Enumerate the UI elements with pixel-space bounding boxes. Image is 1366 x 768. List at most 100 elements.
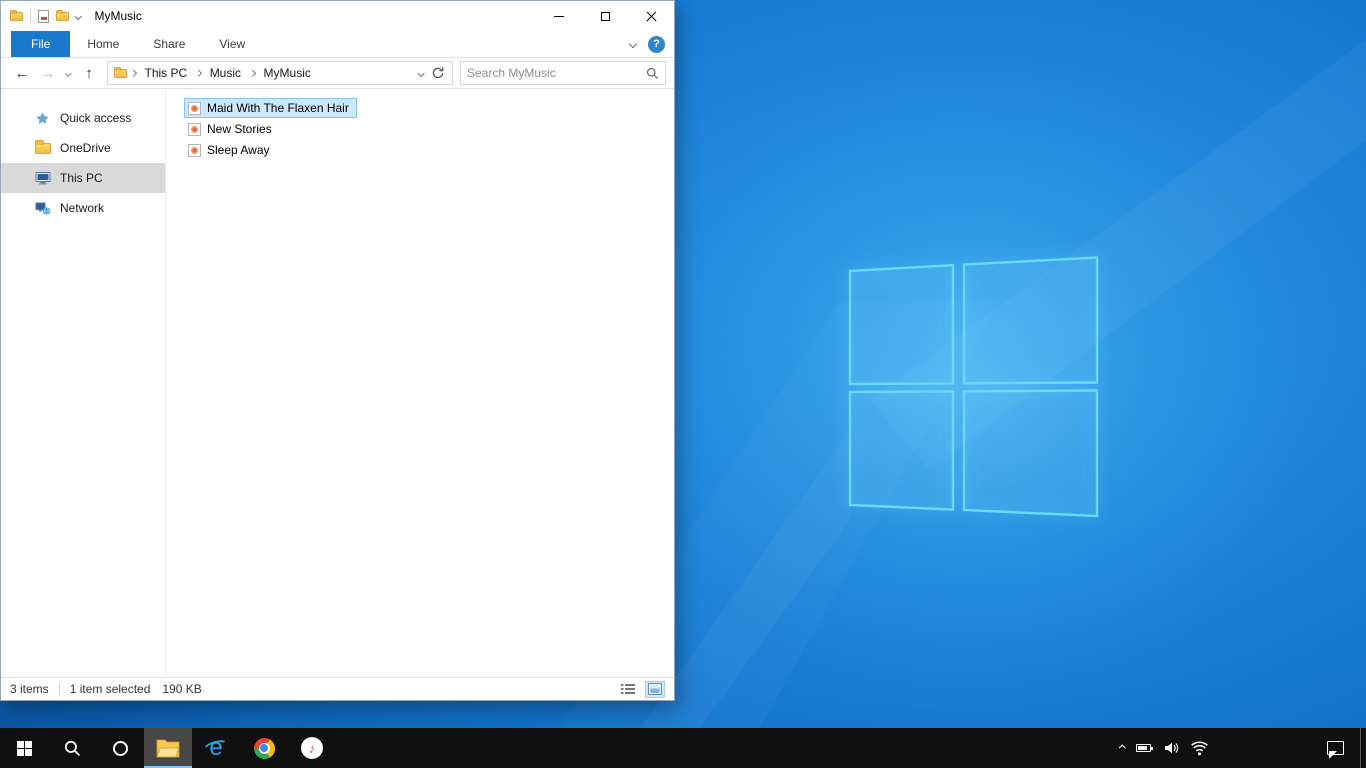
view-toggle-buttons [618,680,665,698]
address-dropdown-chevron-icon[interactable] [417,69,424,77]
system-tray [1118,728,1209,768]
music-file-icon [188,122,201,136]
onedrive-folder-icon [34,140,51,157]
breadcrumb-chevron-icon [130,69,137,77]
file-row-sleep-away[interactable]: Sleep Away [184,140,278,160]
help-button[interactable]: ? [648,35,665,53]
show-desktop-button[interactable] [1360,728,1366,768]
file-row-new-stories[interactable]: New Stories [184,119,280,139]
explorer-main: Quick access OneDrive This PC Network Ma… [1,89,674,677]
address-bar-row: ← → ↑ This PC Music MyMusic [1,58,674,89]
taskbar [0,728,1366,768]
search-icon [64,740,80,756]
qat-new-folder-icon[interactable] [56,9,69,21]
sidebar-item-label: OneDrive [60,141,111,155]
expand-ribbon-chevron-icon[interactable] [628,39,638,49]
maximize-button[interactable] [582,1,628,31]
details-view-button[interactable] [618,681,638,698]
item-count: 3 items [10,682,49,696]
tab-file[interactable]: File [11,31,71,57]
file-row-maid-with-the-flaxen-hair[interactable]: Maid With The Flaxen Hair [184,98,357,118]
sidebar-item-onedrive[interactable]: OneDrive [1,133,165,163]
volume-button[interactable] [1163,728,1179,768]
search-box [460,61,666,85]
tab-home[interactable]: Home [70,31,136,57]
breadcrumb-this-pc[interactable]: This PC [140,66,193,80]
recent-locations-chevron[interactable] [61,60,76,86]
breadcrumb-chevron-icon[interactable] [195,69,202,77]
caption-buttons [536,1,674,31]
battery-icon [1136,744,1153,752]
sidebar-item-network[interactable]: Network [1,193,165,223]
itunes-icon [301,737,323,759]
breadcrumb-music[interactable]: Music [205,66,246,80]
minimize-button[interactable] [536,1,582,31]
action-center-button[interactable] [1327,728,1344,768]
battery-button[interactable] [1136,728,1153,768]
window-folder-icon [10,9,23,21]
search-icon[interactable] [646,67,659,80]
sidebar-item-quick-access[interactable]: Quick access [1,103,165,133]
status-divider [58,682,60,696]
minimize-icon [554,15,564,17]
status-bar: 3 items 1 item selected 190 KB [1,677,674,700]
speaker-icon [1165,742,1179,754]
start-button[interactable] [0,728,48,768]
computer-icon [34,170,51,187]
selection-count: 1 item selected [69,682,151,696]
navigation-pane: Quick access OneDrive This PC Network [1,89,166,677]
cortana-button[interactable] [96,728,144,768]
music-file-icon [188,101,201,115]
qat-customize-chevron-icon[interactable] [75,12,82,20]
maximize-icon [600,11,610,21]
forward-button[interactable]: → [35,60,61,86]
quick-access-star-icon [34,110,51,127]
file-explorer-icon [156,739,180,758]
network-icon [34,200,51,217]
up-button[interactable]: ↑ [76,60,102,86]
sidebar-item-label: Quick access [60,111,132,125]
internet-explorer-icon [201,735,231,761]
sidebar-item-this-pc[interactable]: This PC [1,163,165,193]
music-file-icon [188,143,201,157]
chevron-down-icon [65,69,72,77]
file-name: New Stories [207,122,272,136]
search-input[interactable] [467,66,646,80]
taskbar-chrome-button[interactable] [240,728,288,768]
file-list[interactable]: Maid With The Flaxen Hair New Stories Sl… [166,89,674,677]
windows-start-icon [16,740,32,756]
refresh-icon[interactable] [431,66,445,80]
title-bar: MyMusic [1,1,674,31]
address-bar[interactable]: This PC Music MyMusic [107,61,453,85]
ribbon-right-controls: ? [628,31,674,57]
chrome-icon [253,737,275,759]
taskbar-file-explorer-button[interactable] [144,728,192,768]
network-button[interactable] [1191,728,1208,768]
wifi-icon [1191,741,1208,755]
breadcrumb-mymusic[interactable]: MyMusic [259,66,316,80]
breadcrumb-chevron-icon[interactable] [249,69,256,77]
ribbon-tabs: File Home Share View ? [1,31,674,58]
qat-properties-icon[interactable] [38,9,49,23]
screen: MyMusic File Home Share View ? ← → ↑ Thi… [0,0,1366,768]
location-folder-icon [114,66,127,78]
taskbar-internet-explorer-button[interactable] [192,728,240,768]
window-title: MyMusic [94,9,142,23]
hidden-icons-button[interactable] [1118,728,1125,768]
address-right-controls [417,66,449,80]
selection-size: 190 KB [162,682,202,696]
taskbar-search-button[interactable] [48,728,96,768]
action-center-icon [1327,741,1344,759]
cortana-icon [112,740,128,756]
tab-share[interactable]: Share [136,31,202,57]
tab-view[interactable]: View [202,31,262,57]
file-explorer-window: MyMusic File Home Share View ? ← → ↑ Thi… [0,0,675,701]
close-button[interactable] [628,1,674,31]
back-button[interactable]: ← [9,60,35,86]
chevron-up-icon [1118,744,1125,752]
taskbar-itunes-button[interactable] [288,728,336,768]
file-name: Maid With The Flaxen Hair [207,101,349,115]
sidebar-item-label: This PC [60,171,103,185]
large-icons-view-icon [648,683,662,695]
large-icons-view-button[interactable] [645,680,665,698]
